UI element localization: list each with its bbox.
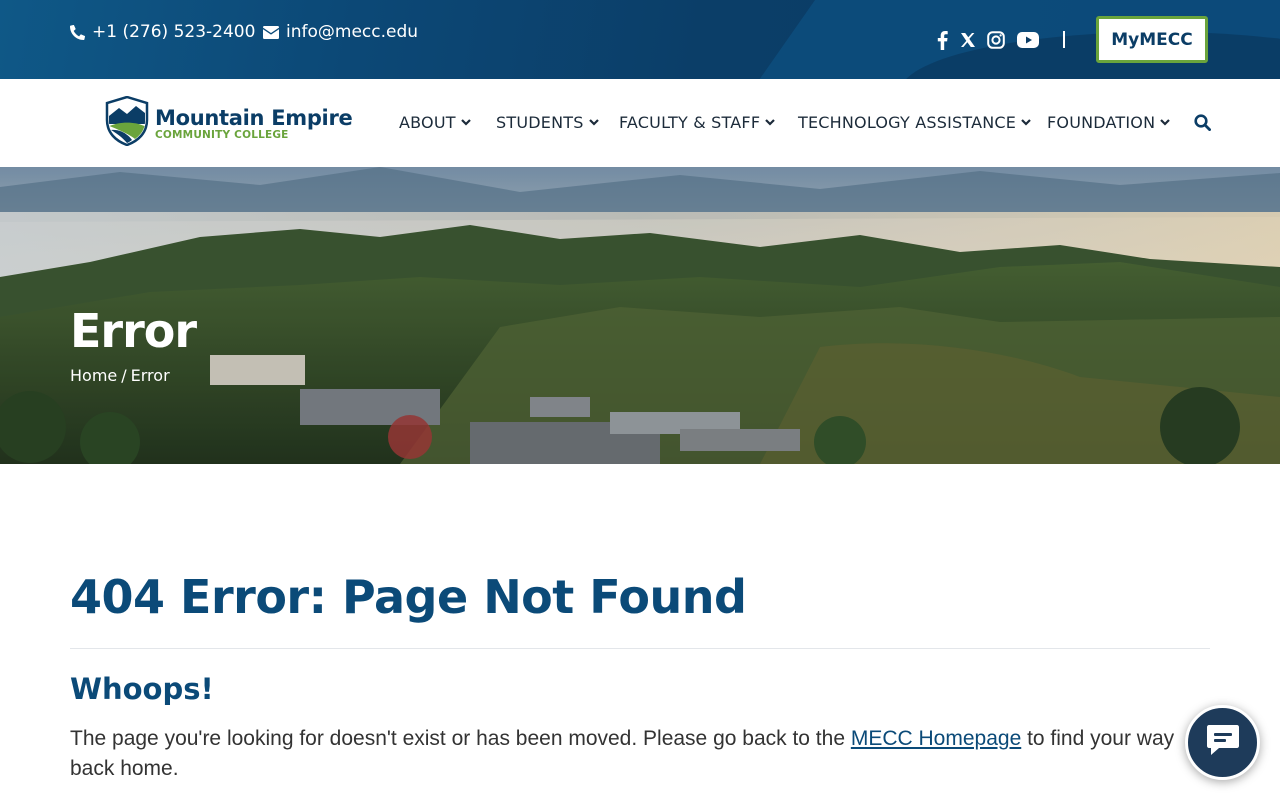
breadcrumb-separator: / <box>121 366 127 385</box>
nav-item-foundation[interactable]: FOUNDATION <box>1047 113 1171 132</box>
chevron-down-icon <box>1160 119 1171 126</box>
mymecc-button[interactable]: MyMECC <box>1096 16 1208 63</box>
chevron-down-icon <box>1021 119 1031 126</box>
nav-item-faculty-staff[interactable]: FACULTY & STAFF <box>619 113 776 132</box>
logo-subtitle: COMMUNITY COLLEGE <box>155 128 289 141</box>
error-heading: 404 Error: Page Not Found <box>70 570 747 624</box>
top-bar: +1 (276) 523-2400 info@mecc.edu MyMECC <box>0 0 1280 79</box>
search-icon[interactable] <box>1194 114 1211 136</box>
breadcrumb: Home / Error <box>70 366 170 385</box>
error-subheading: Whoops! <box>70 672 214 706</box>
email-link[interactable]: info@mecc.edu <box>263 22 418 42</box>
nav-item-technology-assistance[interactable]: TECHNOLOGY ASSISTANCE <box>798 113 1031 132</box>
x-icon[interactable] <box>961 28 975 52</box>
nav-label: FACULTY & STAFF <box>619 113 761 132</box>
topbar-divider <box>1063 31 1065 48</box>
nav-item-about[interactable]: ABOUT <box>399 113 471 132</box>
nav-label: ABOUT <box>399 113 456 132</box>
youtube-icon[interactable] <box>1017 28 1039 52</box>
content-divider <box>70 648 1210 649</box>
chevron-down-icon <box>460 119 471 126</box>
hero-banner: Error Home / Error <box>0 167 1280 464</box>
phone-number: +1 (276) 523-2400 <box>92 22 256 42</box>
error-message: The page you're looking for doesn't exis… <box>70 724 1190 784</box>
email-address: info@mecc.edu <box>286 22 419 42</box>
nav-label: FOUNDATION <box>1047 113 1156 132</box>
shield-logo-icon <box>105 95 149 151</box>
chevron-down-icon <box>588 119 599 126</box>
breadcrumb-current: Error <box>130 366 170 385</box>
breadcrumb-home-link[interactable]: Home <box>70 366 117 385</box>
main-nav: Mountain Empire COMMUNITY COLLEGE ABOUT … <box>0 79 1280 167</box>
logo-wordmark: Mountain Empire COMMUNITY COLLEGE <box>155 105 353 141</box>
nav-label: TECHNOLOGY ASSISTANCE <box>798 113 1017 132</box>
phone-icon <box>70 24 85 40</box>
phone-link[interactable]: +1 (276) 523-2400 <box>70 22 255 42</box>
chat-button[interactable] <box>1185 705 1260 780</box>
logo-title: Mountain Empire <box>155 105 353 130</box>
homepage-link[interactable]: MECC Homepage <box>851 727 1021 750</box>
instagram-icon[interactable] <box>987 28 1005 52</box>
chevron-down-icon <box>765 119 776 126</box>
college-logo[interactable]: Mountain Empire COMMUNITY COLLEGE <box>105 95 353 151</box>
envelope-icon <box>263 25 279 39</box>
nav-label: STUDENTS <box>496 113 584 132</box>
chat-bubble-icon <box>1206 724 1240 761</box>
page-title: Error <box>70 304 197 358</box>
error-message-start: The page you're looking for doesn't exis… <box>70 727 851 750</box>
facebook-icon[interactable] <box>937 28 948 52</box>
nav-item-students[interactable]: STUDENTS <box>496 113 599 132</box>
